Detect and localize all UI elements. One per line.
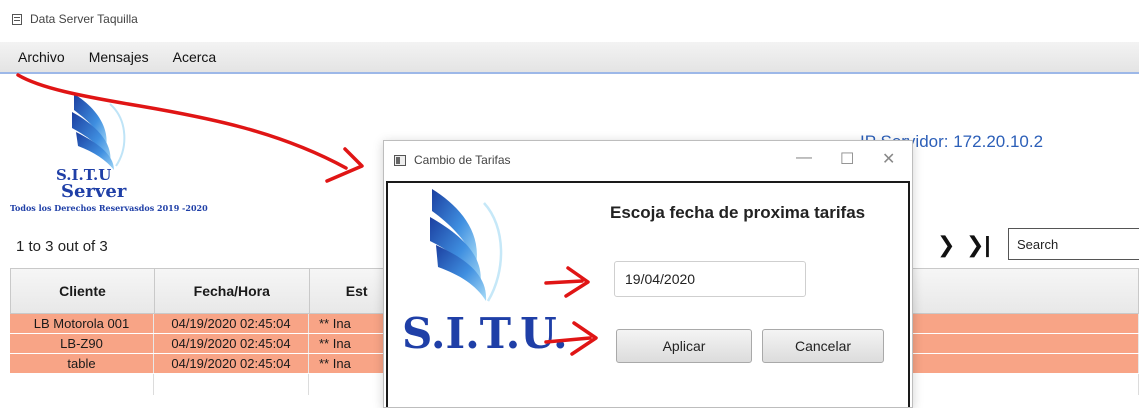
logo-line2: Server (61, 181, 127, 202)
close-button[interactable]: ✕ (882, 149, 895, 169)
column-header-cliente[interactable]: Cliente (11, 269, 155, 313)
menu-archivo[interactable]: Archivo (10, 49, 73, 65)
dialog-heading: Escoja fecha de proxima tarifas (610, 203, 866, 222)
situ-server-logo: S.I.T.U Server Todos los Derechos Reserv… (10, 86, 210, 216)
menu-bar: Archivo Mensajes Acerca (0, 42, 1139, 74)
last-page-icon[interactable]: ❯| (966, 232, 991, 258)
date-input[interactable] (614, 261, 806, 297)
search-input[interactable] (1008, 228, 1139, 260)
next-page-icon[interactable]: ❯ (937, 232, 955, 258)
cell-cliente: LB-Z90 (10, 334, 154, 353)
window-title: Data Server Taquilla (30, 12, 138, 26)
window-icon (12, 13, 22, 25)
maximize-button[interactable]: ☐ (840, 149, 854, 169)
apply-button[interactable]: Aplicar (616, 329, 752, 363)
dialog-logo-text: S.I.T.U. (402, 309, 568, 358)
situ-logo (430, 189, 503, 302)
logo-tagline: Todos los Derechos Reservasdos 2019 -202… (10, 203, 208, 213)
cell-fecha: 04/19/2020 02:45:04 (154, 334, 309, 353)
window-titlebar: Data Server Taquilla (0, 0, 1139, 38)
situ-logo (72, 94, 126, 170)
column-header-fecha[interactable]: Fecha/Hora (155, 269, 310, 313)
cell-fecha: 04/19/2020 02:45:04 (154, 314, 309, 333)
cambio-tarifas-dialog: Cambio de Tarifas — ☐ ✕ S.I.T.U. Escoja … (383, 140, 913, 408)
cell-empty (154, 374, 309, 395)
dialog-titlebar[interactable]: Cambio de Tarifas — ☐ ✕ (384, 141, 912, 179)
cell-fecha: 04/19/2020 02:45:04 (154, 354, 309, 373)
pagination-summary: 1 to 3 out of 3 (16, 238, 108, 255)
cell-cliente: table (10, 354, 154, 373)
cell-cliente: LB Motorola 001 (10, 314, 154, 333)
dialog-situ-logo: S.I.T.U. (396, 183, 568, 383)
column-header-estado-label: Est (345, 283, 368, 299)
cancel-button[interactable]: Cancelar (762, 329, 884, 363)
menu-acerca[interactable]: Acerca (165, 49, 225, 65)
dialog-body: S.I.T.U. Escoja fecha de proxima tarifas… (386, 181, 910, 407)
cell-empty (10, 374, 154, 395)
menu-mensajes[interactable]: Mensajes (81, 49, 157, 65)
dialog-window-icon (394, 154, 406, 166)
minimize-button[interactable]: — (796, 149, 812, 167)
dialog-title: Cambio de Tarifas (414, 153, 511, 167)
